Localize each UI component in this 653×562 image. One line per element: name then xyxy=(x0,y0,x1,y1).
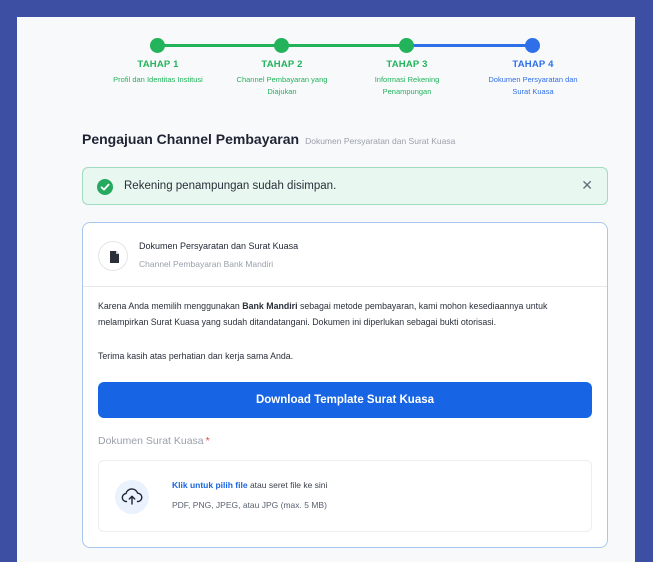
page-title: Pengajuan Channel Pembayaran Dokumen Pers… xyxy=(82,131,455,147)
step-3-desc: Informasi Rekening Penampungan xyxy=(342,74,472,98)
step-3-dot xyxy=(399,38,414,53)
page-title-text: Pengajuan Channel Pembayaran xyxy=(82,131,300,147)
check-circle-icon xyxy=(97,179,113,195)
card-divider xyxy=(83,286,607,287)
step-4-dot xyxy=(525,38,540,53)
step-2-desc-line2: Diajukan xyxy=(267,87,297,96)
step-4-desc: Dokumen Persyaratan dan Surat Kuasa xyxy=(468,74,598,98)
card-subtitle: Channel Pembayaran Bank Mandiri xyxy=(139,259,274,269)
cloud-upload-icon xyxy=(115,480,149,514)
document-card: Dokumen Persyaratan dan Surat Kuasa Chan… xyxy=(82,222,608,548)
step-3-desc-line2: Penampungan xyxy=(382,87,432,96)
file-field-label: Dokumen Surat Kuasa * xyxy=(98,435,210,447)
drop-text: atau seret file ke sini xyxy=(249,480,328,490)
required-mark: * xyxy=(205,435,210,447)
file-dropzone[interactable]: Klik untuk pilih file atau seret file ke… xyxy=(98,460,592,532)
card-title: Dokumen Persyaratan dan Surat Kuasa xyxy=(139,241,299,251)
para-bank-name: Bank Mandiri xyxy=(242,301,298,311)
step-1-dot xyxy=(150,38,165,53)
success-alert: Rekening penampungan sudah disimpan. ✕ xyxy=(82,167,608,205)
accepted-formats: PDF, PNG, JPEG, atau JPG (max. 5 MB) xyxy=(172,500,327,510)
step-4-desc-line1: Dokumen Persyaratan dan xyxy=(488,75,578,84)
alert-message: Rekening penampungan sudah disimpan. xyxy=(124,180,337,192)
step-1-title: TAHAP 1 xyxy=(137,59,179,70)
step-1-desc: Profil dan Identitas Institusi xyxy=(93,74,223,86)
dropzone-instruction: Klik untuk pilih file atau seret file ke… xyxy=(172,480,327,490)
page-subtitle: Dokumen Persyaratan dan Surat Kuasa xyxy=(305,136,456,146)
step-2-desc: Channel Pembayaran yang Diajukan xyxy=(217,74,347,98)
document-icon xyxy=(98,241,128,271)
step-2-desc-line1: Channel Pembayaran yang xyxy=(236,75,328,84)
step-3-desc-line1: Informasi Rekening xyxy=(374,75,440,84)
stepper-line-2 xyxy=(282,44,407,47)
step-4-title: TAHAP 4 xyxy=(512,59,554,70)
para-prefix: Karena Anda memilih menggunakan xyxy=(98,301,240,311)
stepper-line-3 xyxy=(407,44,532,47)
download-template-button[interactable]: Download Template Surat Kuasa xyxy=(98,382,592,418)
file-field-label-text: Dokumen Surat Kuasa xyxy=(98,435,204,447)
stepper: TAHAP 1 Profil dan Identitas Institusi T… xyxy=(17,17,635,127)
step-1-desc-text: Profil dan Identitas Institusi xyxy=(113,75,203,84)
step-2-dot xyxy=(274,38,289,53)
instruction-paragraph: Karena Anda memilih menggunakan Bank Man… xyxy=(98,299,598,330)
stepper-line-1 xyxy=(158,44,282,47)
step-2-title: TAHAP 2 xyxy=(261,59,303,70)
pick-file-link[interactable]: Klik untuk pilih file xyxy=(172,480,248,490)
step-4-desc-line2: Surat Kuasa xyxy=(512,87,554,96)
step-3-title: TAHAP 3 xyxy=(386,59,428,70)
thanks-text: Terima kasih atas perhatian dan kerja sa… xyxy=(98,351,294,361)
close-icon[interactable]: ✕ xyxy=(581,177,593,194)
main-panel: TAHAP 1 Profil dan Identitas Institusi T… xyxy=(17,17,635,562)
